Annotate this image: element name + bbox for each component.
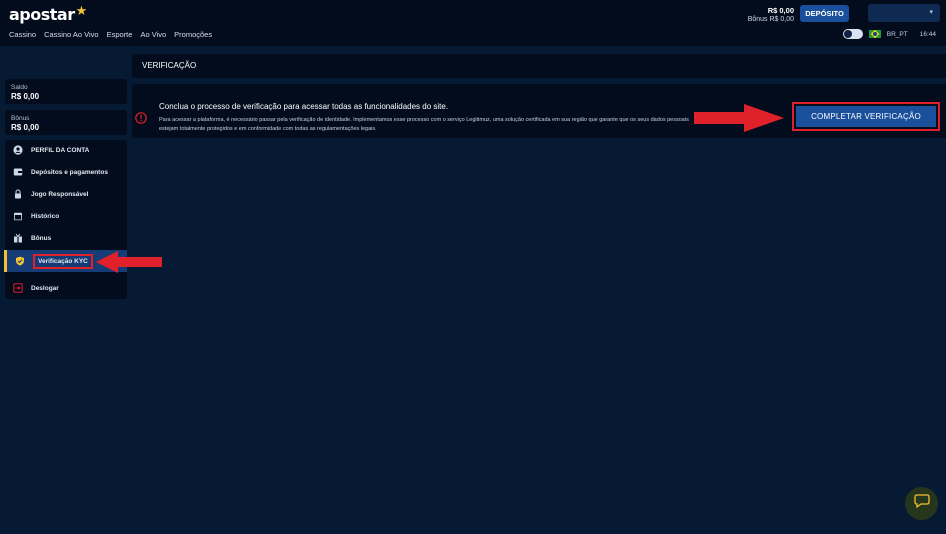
sidebar-item-label: Bônus [31, 234, 52, 242]
sidebar-item-jogo-responsavel[interactable]: Jogo Responsável [5, 184, 127, 204]
nav-link-cassino[interactable]: Cassino [9, 30, 36, 39]
brand-logo-text: apostar [9, 5, 75, 24]
sidebar-menu: PERFIL DA CONTA Depósitos e pagamentos J… [4, 140, 127, 299]
sidebar-item-label: Deslogar [31, 284, 59, 292]
nav-link-esporte[interactable]: Esporte [107, 30, 133, 39]
wallet-icon [13, 167, 23, 177]
sidebar-item-label: Jogo Responsável [31, 190, 89, 198]
main-nav: Cassino Cassino Ao Vivo Esporte Ao Vivo … [9, 30, 212, 39]
clock: 16:44 [919, 30, 936, 38]
sidebar-item-label: Histórico [31, 212, 60, 220]
user-menu-dropdown[interactable]: ▾ [868, 4, 940, 22]
top-bar: apostar ★ Cassino Cassino Ao Vivo Esporte… [0, 0, 946, 46]
lock-icon [13, 189, 23, 199]
page-header: VERIFICAÇÃO [132, 54, 946, 78]
chat-support-button[interactable] [905, 487, 938, 520]
sidebar-item-depositos[interactable]: Depósitos e pagamentos [5, 162, 127, 182]
nav-link-cassino-ao-vivo[interactable]: Cassino Ao Vivo [44, 30, 98, 39]
sidebar-item-label: Verificação KYC [33, 253, 93, 269]
logout-icon [13, 283, 23, 293]
button-annotation-arrow [694, 104, 784, 132]
header-utilities: BR_PT 16:44 [842, 29, 936, 39]
header-balance-value: R$ 0,00 [767, 6, 794, 15]
theme-toggle[interactable] [842, 29, 863, 39]
header-balance: R$ 0,00 Bônus R$ 0,00 [748, 6, 794, 24]
sidebar-item-perfil[interactable]: PERFIL DA CONTA [5, 140, 127, 160]
warning-icon [135, 111, 147, 129]
sidebar-item-bonus[interactable]: Bônus [5, 228, 127, 248]
verification-alert: Conclua o processo de verificação para a… [132, 84, 946, 138]
sidebar-item-historico[interactable]: Histórico [5, 206, 127, 226]
deposit-button[interactable]: DEPÓSITO [800, 5, 849, 22]
language-selector[interactable]: BR_PT [887, 31, 908, 38]
complete-verification-highlight: COMPLETAR VERIFICAÇÃO [792, 102, 940, 131]
shield-icon [15, 256, 25, 266]
kyc-annotation-arrow [96, 251, 162, 273]
nav-link-ao-vivo[interactable]: Ao Vivo [140, 30, 166, 39]
bonus-value: R$ 0,00 [11, 123, 40, 132]
alert-heading: Conclua o processo de verificação para a… [159, 102, 449, 111]
brand-logo[interactable]: apostar ★ [9, 4, 88, 24]
sidebar-item-label: Depósitos e pagamentos [31, 168, 108, 176]
chat-bubble-icon [913, 493, 931, 514]
chevron-down-icon: ▾ [929, 9, 933, 16]
sidebar-bonus-card: Bônus R$ 0,00 [5, 110, 127, 135]
nav-link-promocoes[interactable]: Promoções [174, 30, 212, 39]
sidebar-saldo-card: Saldo R$ 0,00 [5, 79, 127, 104]
sidebar-item-deslogar[interactable]: Deslogar [5, 278, 127, 298]
star-icon: ★ [75, 4, 88, 19]
calendar-icon [13, 211, 23, 221]
alert-description: Para acessar a plataforma, é necessário … [159, 117, 689, 132]
saldo-value: R$ 0,00 [11, 92, 40, 101]
sidebar-item-label: PERFIL DA CONTA [31, 146, 90, 154]
brazil-flag-icon[interactable] [868, 30, 881, 38]
bonus-label: Bônus [11, 115, 30, 122]
page-title: VERIFICAÇÃO [142, 61, 197, 70]
user-circle-icon [13, 145, 23, 155]
saldo-label: Saldo [11, 84, 28, 91]
gift-icon [13, 233, 23, 243]
complete-verification-button[interactable]: COMPLETAR VERIFICAÇÃO [796, 106, 936, 127]
header-bonus-value: Bônus R$ 0,00 [747, 16, 794, 23]
